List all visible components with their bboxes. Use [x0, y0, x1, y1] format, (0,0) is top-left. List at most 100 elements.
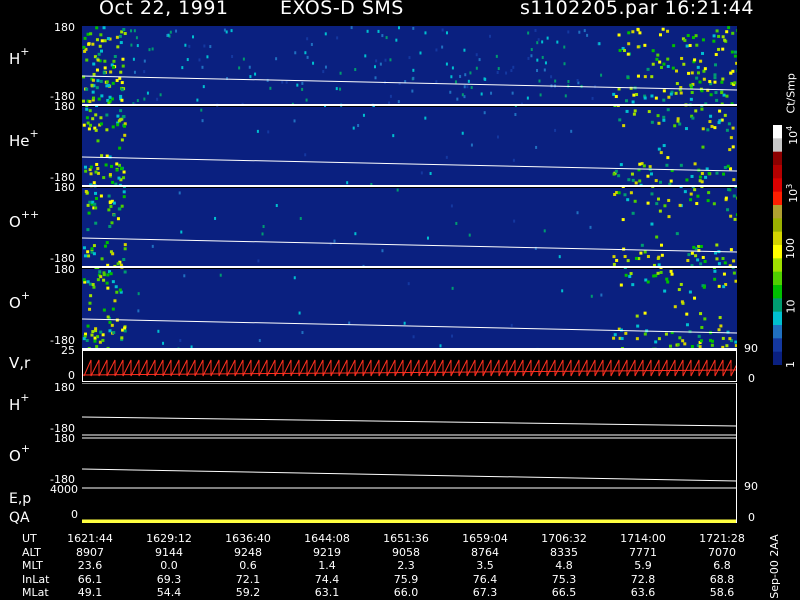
table-cell: 1636:40 — [225, 532, 271, 545]
intensity-cell — [660, 253, 664, 257]
table-cell: 66.0 — [393, 586, 419, 599]
intensity-cell — [99, 49, 103, 53]
intensity-cell — [656, 114, 660, 118]
intensity-cell — [94, 113, 98, 117]
intensity-cell — [389, 58, 392, 62]
intensity-cell — [151, 244, 154, 248]
intensity-cell — [441, 28, 444, 32]
panel-divider — [82, 104, 737, 106]
intensity-cell — [120, 81, 124, 85]
intensity-cell — [638, 31, 642, 35]
intensity-cell — [94, 327, 98, 331]
intensity-cell — [92, 181, 96, 185]
intensity-cell — [632, 93, 636, 97]
tick-180: 180 — [54, 263, 75, 276]
intensity-cell — [666, 57, 670, 61]
intensity-cell — [95, 162, 99, 166]
intensity-cell — [706, 128, 710, 132]
intensity-cell — [441, 45, 444, 49]
intensity-cell — [690, 91, 694, 95]
intensity-cell — [702, 77, 706, 81]
intensity-cell — [293, 276, 296, 280]
table-cell: 67.3 — [472, 586, 498, 599]
pitch-o-trace — [82, 468, 737, 482]
intensity-cell — [617, 174, 621, 178]
intensity-cell — [627, 42, 631, 46]
intensity-cell — [82, 278, 86, 282]
intensity-cell — [721, 77, 725, 81]
intensity-cell — [671, 66, 675, 70]
intensity-cell — [419, 51, 422, 55]
intensity-cell — [463, 85, 466, 89]
intensity-cell — [118, 163, 122, 167]
intensity-cell — [408, 56, 411, 60]
intensity-cell — [724, 196, 728, 200]
intensity-cell — [639, 251, 643, 255]
intensity-cell — [625, 109, 629, 113]
intensity-cell — [676, 343, 680, 347]
intensity-cell — [102, 26, 106, 30]
intensity-cell — [102, 308, 106, 312]
intensity-cell — [736, 69, 737, 73]
ep-tick-bottom: 0 — [71, 508, 78, 521]
intensity-cell — [258, 339, 261, 343]
intensity-cell — [110, 323, 114, 327]
intensity-cell — [411, 89, 414, 93]
intensity-cell — [112, 331, 116, 335]
intensity-cell — [105, 128, 109, 132]
colorbar-segment — [773, 205, 782, 219]
intensity-cell — [643, 332, 647, 336]
table-cell: 2.3 — [397, 559, 415, 572]
intensity-cell — [156, 97, 159, 101]
intensity-cell — [304, 153, 307, 157]
intensity-cell — [700, 325, 704, 329]
intensity-cell — [712, 39, 716, 43]
intensity-cell — [733, 54, 737, 58]
intensity-cell — [83, 254, 87, 258]
intensity-cell — [620, 337, 624, 341]
intensity-cell — [714, 53, 718, 57]
intensity-cell — [651, 49, 655, 53]
intensity-cell — [725, 94, 729, 98]
intensity-cell — [701, 51, 705, 55]
intensity-cell — [123, 247, 127, 251]
intensity-cell — [322, 70, 325, 74]
intensity-cell — [116, 123, 120, 127]
intensity-cell — [496, 70, 499, 74]
intensity-cell — [679, 163, 683, 167]
intensity-cell — [643, 43, 647, 47]
intensity-cell — [470, 86, 473, 90]
intensity-cell — [627, 178, 631, 182]
intensity-cell — [715, 243, 719, 247]
intensity-cell — [612, 255, 616, 259]
intensity-cell — [403, 321, 406, 325]
intensity-cell — [298, 311, 301, 315]
intensity-cell — [463, 48, 466, 52]
intensity-cell — [261, 232, 264, 236]
intensity-cell — [535, 145, 538, 149]
intensity-cell — [666, 156, 670, 160]
panel-label-o2: O++ — [9, 208, 40, 231]
intensity-cell — [435, 48, 438, 52]
intensity-cell — [346, 181, 349, 185]
intensity-cell — [715, 257, 719, 261]
intensity-cell — [257, 259, 260, 263]
intensity-cell — [734, 344, 737, 348]
table-cell: 68.8 — [709, 572, 735, 586]
intensity-cell — [95, 26, 99, 30]
intensity-cell — [703, 67, 707, 71]
intensity-cell — [196, 98, 199, 102]
intensity-cell — [198, 58, 201, 62]
intensity-cell — [83, 36, 87, 40]
tick-180: 180 — [54, 100, 75, 113]
intensity-cell — [306, 37, 309, 41]
intensity-cell — [622, 124, 626, 128]
intensity-cell — [689, 198, 693, 202]
intensity-cell — [102, 71, 106, 75]
intensity-cell — [83, 49, 87, 53]
intensity-cell — [179, 338, 182, 342]
intensity-cell — [619, 163, 623, 167]
intensity-cell — [112, 59, 116, 63]
intensity-cell — [157, 329, 160, 333]
intensity-cell — [663, 289, 667, 293]
